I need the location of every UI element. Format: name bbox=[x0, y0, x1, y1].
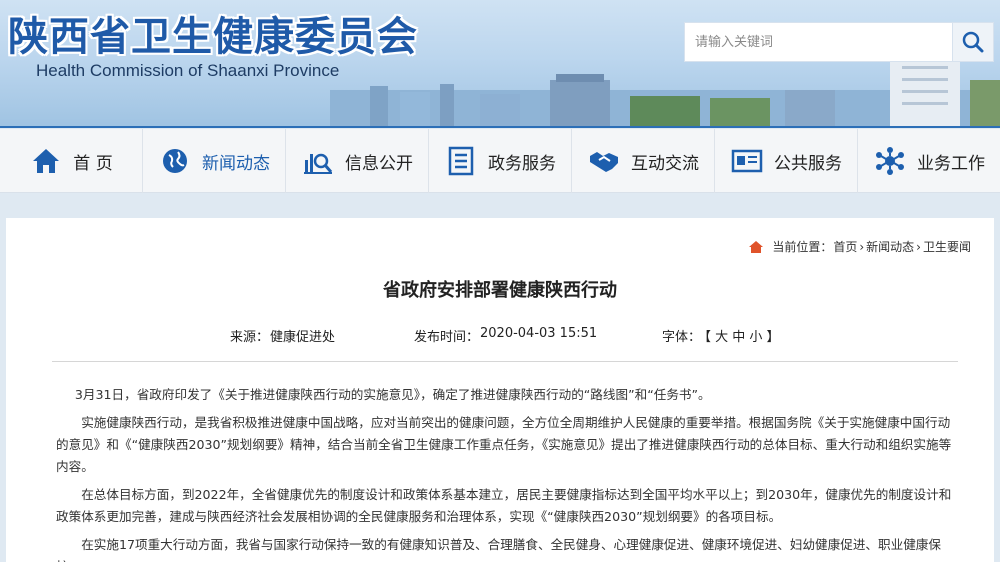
font-size-options[interactable]: 【 大 中 小 】 bbox=[698, 326, 780, 345]
nav-item-news[interactable]: 新闻动态 bbox=[143, 129, 286, 193]
site-subtitle: Health Commission of Shaanxi Province bbox=[36, 61, 340, 80]
article-paragraph: 3月31日，省政府印发了《关于推进健康陕西行动的实施意见》，确定了推进健康陕西行… bbox=[74, 387, 711, 402]
font-size-label: 字体： bbox=[662, 330, 702, 345]
source-value: 健康促进处 bbox=[270, 330, 336, 345]
search-input[interactable] bbox=[685, 23, 952, 61]
article-body: 3月31日，省政府印发了《关于推进健康陕西行动的实施意见》，确定了推进健康陕西行… bbox=[56, 384, 956, 562]
location-home-icon bbox=[749, 240, 764, 253]
nav-item-info-disclosure[interactable]: 信息公开 bbox=[286, 129, 429, 193]
document-icon bbox=[444, 144, 478, 178]
search-icon bbox=[962, 31, 984, 53]
article-paragraph: 实施健康陕西行动，是我省积极推进健康中国战略，应对当前突出的健康问题，全方位全周… bbox=[56, 415, 952, 474]
search-button[interactable] bbox=[952, 22, 994, 62]
home-icon bbox=[29, 144, 63, 178]
chart-search-icon bbox=[301, 144, 335, 178]
globe-icon bbox=[158, 144, 192, 178]
nav-item-label: 信息公开 bbox=[345, 153, 413, 174]
nav-item-public-services[interactable]: 公共服务 bbox=[715, 129, 858, 193]
breadcrumb: 当前位置： 首页 › 新闻动态 › 卫生要闻 bbox=[748, 238, 972, 255]
nav-item-label: 政务服务 bbox=[488, 153, 556, 174]
nav-item-interaction[interactable]: 互动交流 bbox=[572, 129, 715, 193]
nav-item-home[interactable]: 首 页 bbox=[0, 129, 143, 193]
network-icon bbox=[873, 144, 907, 178]
breadcrumb-separator: › bbox=[859, 239, 865, 254]
breadcrumb-link-news[interactable]: 新闻动态 bbox=[866, 238, 914, 255]
id-card-icon bbox=[730, 144, 764, 178]
divider bbox=[52, 361, 958, 362]
header-accent-line bbox=[0, 126, 1000, 128]
nav-item-label: 公共服务 bbox=[774, 153, 842, 174]
nav-item-gov-services[interactable]: 政务服务 bbox=[429, 129, 572, 193]
article-title: 省政府安排部署健康陕西行动 bbox=[383, 280, 617, 301]
breadcrumb-separator: › bbox=[916, 239, 921, 254]
source-label: 来源： bbox=[230, 330, 270, 345]
site-header: 陕西省卫生健康委员会 Health Commission of Shaanxi … bbox=[0, 0, 1000, 128]
date-label: 发布时间： bbox=[414, 330, 480, 345]
breadcrumb-prefix: 当前位置： bbox=[772, 240, 833, 254]
breadcrumb-link-home[interactable]: 首页 bbox=[833, 238, 857, 255]
handshake-icon bbox=[587, 144, 621, 178]
main-navigation: 首 页 新闻动态 信息公开 政务服务 互动交流 公共服务 业务工作 bbox=[0, 129, 1000, 193]
breadcrumb-link-health-news[interactable]: 卫生要闻 bbox=[923, 238, 971, 255]
nav-item-business-work[interactable]: 业务工作 bbox=[858, 129, 1000, 193]
search-box bbox=[684, 22, 952, 62]
article-paragraph: 在总体目标方面，到2022年，全省健康优先的制度设计和政策体系基本建立，居民主要… bbox=[56, 487, 952, 524]
article-paragraph: 在实施17项重大行动方面，我省与国家行动保持一致的有健康知识普及、合理膳食、全民… bbox=[56, 537, 941, 562]
nav-item-label: 业务工作 bbox=[917, 153, 985, 174]
site-title[interactable]: 陕西省卫生健康委员会 bbox=[8, 4, 418, 62]
date-value: 2020-04-03 15:51 bbox=[480, 326, 598, 341]
nav-item-label: 首 页 bbox=[73, 153, 113, 174]
nav-item-label: 新闻动态 bbox=[202, 153, 270, 174]
article-card: 当前位置： 首页 › 新闻动态 › 卫生要闻 省政府安排部署健康陕西行动 来源：… bbox=[6, 218, 994, 562]
nav-item-label: 互动交流 bbox=[631, 153, 699, 174]
